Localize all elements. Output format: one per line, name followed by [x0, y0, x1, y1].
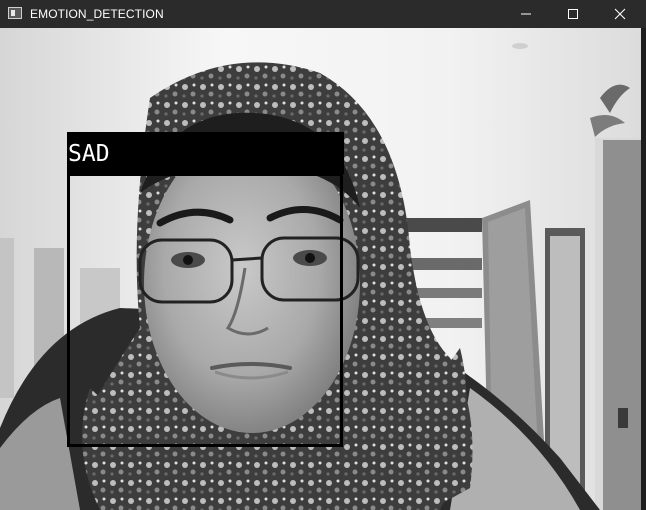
camera-viewport: SAD: [0, 28, 641, 510]
app-window: EMOTION_DETECTION SAD: [0, 0, 646, 510]
close-icon: [614, 8, 626, 20]
minimize-icon: [521, 13, 531, 15]
minimize-button[interactable]: [504, 0, 548, 28]
window-border-right: [641, 28, 646, 510]
window-title: EMOTION_DETECTION: [30, 7, 164, 21]
maximize-icon: [568, 9, 578, 19]
emotion-label: SAD: [68, 141, 110, 167]
title-bar[interactable]: EMOTION_DETECTION: [0, 0, 646, 28]
window-app-icon: [8, 7, 22, 19]
face-detection-box: [67, 173, 343, 447]
maximize-button[interactable]: [551, 0, 595, 28]
close-button[interactable]: [598, 0, 642, 28]
